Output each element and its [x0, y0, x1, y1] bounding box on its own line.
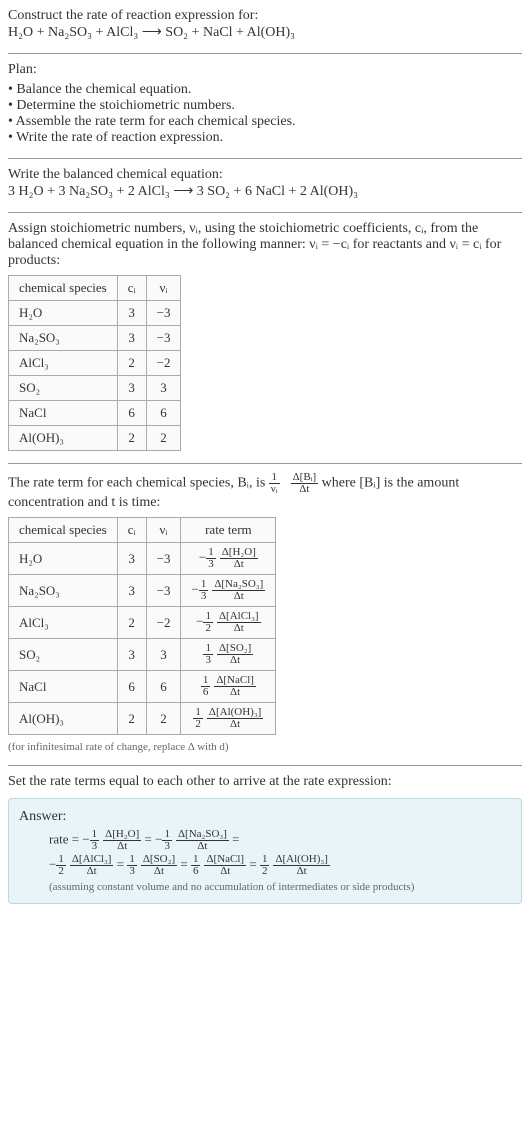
cell-species: NaCl: [9, 671, 118, 703]
cell-species: SO₂: [9, 639, 118, 671]
table-row: SO₂3313Δ[SO₂]Δt: [9, 639, 276, 671]
cell-rate: −13Δ[Na₂SO₃]Δt: [181, 575, 276, 607]
rate-frac-1: 1 νᵢ: [269, 472, 280, 495]
divider: [8, 53, 522, 54]
rate-intro: The rate term for each chemical species,…: [8, 472, 522, 511]
cell-species: Na₂SO₃: [9, 326, 118, 351]
stoich-intro: Assign stoichiometric numbers, νᵢ, using…: [8, 221, 522, 269]
cell-species: Al(OH)₃: [9, 703, 118, 735]
balanced-block: Write the balanced chemical equation: 3 …: [8, 167, 522, 200]
cell-vi: 2: [146, 703, 181, 735]
col-rate: rate term: [181, 518, 276, 543]
cell-vi: 3: [146, 376, 181, 401]
answer-expression: rate = −13Δ[H₂O]Δt = −13Δ[Na₂SO₃]Δt =−12…: [49, 829, 511, 877]
cell-vi: −3: [146, 326, 181, 351]
plan-item: Determine the stoichiometric numbers.: [8, 98, 522, 114]
answer-box: Answer: rate = −13Δ[H₂O]Δt = −13Δ[Na₂SO₃…: [8, 798, 522, 904]
table-row: H₂O3−3−13Δ[H₂O]Δt: [9, 543, 276, 575]
cell-species: AlCl₃: [9, 351, 118, 376]
answer-note: (assuming constant volume and no accumul…: [49, 881, 511, 893]
cell-vi: −2: [146, 607, 181, 639]
col-ci: cᵢ: [117, 518, 146, 543]
cell-rate: 13Δ[SO₂]Δt: [181, 639, 276, 671]
balanced-equation: 3 H₂O + 3 Na₂SO₃ + 2 AlCl₃ ⟶ 3 SO₂ + 6 N…: [8, 183, 522, 200]
cell-species: AlCl₃: [9, 607, 118, 639]
table-row: H₂O3−3: [9, 301, 181, 326]
table-row: Al(OH)₃2212Δ[Al(OH)₃]Δt: [9, 703, 276, 735]
cell-ci: 3: [117, 301, 146, 326]
table-row: NaCl6616Δ[NaCl]Δt: [9, 671, 276, 703]
cell-ci: 3: [117, 543, 146, 575]
rate-frac-2: Δ[Bᵢ] Δt: [291, 472, 319, 495]
cell-species: H₂O: [9, 543, 118, 575]
cell-ci: 3: [117, 639, 146, 671]
cell-rate: −13Δ[H₂O]Δt: [181, 543, 276, 575]
divider: [8, 212, 522, 213]
table-row: SO₂33: [9, 376, 181, 401]
rate-intro-text1: The rate term for each chemical species,…: [8, 476, 269, 491]
col-vi: νᵢ: [146, 518, 181, 543]
cell-ci: 6: [117, 671, 146, 703]
cell-vi: 2: [146, 426, 181, 451]
col-species: chemical species: [9, 518, 118, 543]
cell-vi: −3: [146, 543, 181, 575]
table-row: Na₂SO₃3−3−13Δ[Na₂SO₃]Δt: [9, 575, 276, 607]
page-title: Construct the rate of reaction expressio…: [8, 8, 522, 24]
cell-ci: 2: [117, 351, 146, 376]
infinitesimal-note: (for infinitesimal rate of change, repla…: [8, 741, 522, 753]
cell-species: NaCl: [9, 401, 118, 426]
cell-species: Al(OH)₃: [9, 426, 118, 451]
cell-species: SO₂: [9, 376, 118, 401]
answer-title: Answer:: [19, 809, 511, 825]
divider: [8, 158, 522, 159]
table-header-row: chemical species cᵢ νᵢ: [9, 276, 181, 301]
cell-rate: −12Δ[AlCl₃]Δt: [181, 607, 276, 639]
divider: [8, 463, 522, 464]
cell-species: Na₂SO₃: [9, 575, 118, 607]
col-vi: νᵢ: [146, 276, 181, 301]
cell-ci: 3: [117, 376, 146, 401]
col-ci: cᵢ: [117, 276, 146, 301]
cell-rate: 12Δ[Al(OH)₃]Δt: [181, 703, 276, 735]
stoich-table: chemical species cᵢ νᵢ H₂O3−3 Na₂SO₃3−3 …: [8, 275, 181, 451]
table-row: NaCl66: [9, 401, 181, 426]
balanced-title: Write the balanced chemical equation:: [8, 167, 522, 183]
plan-list: Balance the chemical equation. Determine…: [8, 82, 522, 146]
cell-ci: 2: [117, 607, 146, 639]
plan-item: Assemble the rate term for each chemical…: [8, 114, 522, 130]
cell-ci: 3: [117, 575, 146, 607]
table-row: Na₂SO₃3−3: [9, 326, 181, 351]
table-row: AlCl₃2−2−12Δ[AlCl₃]Δt: [9, 607, 276, 639]
cell-ci: 2: [117, 703, 146, 735]
rate-line-2: −12Δ[AlCl₃]Δt = 13Δ[SO₂]Δt = 16Δ[NaCl]Δt…: [49, 854, 511, 877]
rate-table: chemical species cᵢ νᵢ rate term H₂O3−3−…: [8, 517, 276, 735]
table-header-row: chemical species cᵢ νᵢ rate term: [9, 518, 276, 543]
stoich-block: Assign stoichiometric numbers, νᵢ, using…: [8, 221, 522, 451]
cell-vi: −2: [146, 351, 181, 376]
plan-item: Write the rate of reaction expression.: [8, 130, 522, 146]
cell-ci: 3: [117, 326, 146, 351]
cell-vi: 3: [146, 639, 181, 671]
unbalanced-equation: H₂O + Na₂SO₃ + AlCl₃ ⟶ SO₂ + NaCl + Al(O…: [8, 24, 522, 41]
cell-vi: 6: [146, 671, 181, 703]
table-row: Al(OH)₃22: [9, 426, 181, 451]
cell-rate: 16Δ[NaCl]Δt: [181, 671, 276, 703]
cell-vi: 6: [146, 401, 181, 426]
final-block: Set the rate terms equal to each other t…: [8, 774, 522, 904]
cell-species: H₂O: [9, 301, 118, 326]
divider: [8, 765, 522, 766]
plan-block: Plan: Balance the chemical equation. Det…: [8, 62, 522, 146]
plan-title: Plan:: [8, 62, 522, 78]
cell-vi: −3: [146, 575, 181, 607]
table-row: AlCl₃2−2: [9, 351, 181, 376]
cell-vi: −3: [146, 301, 181, 326]
final-intro: Set the rate terms equal to each other t…: [8, 774, 522, 790]
cell-ci: 2: [117, 426, 146, 451]
header-block: Construct the rate of reaction expressio…: [8, 8, 522, 41]
cell-ci: 6: [117, 401, 146, 426]
rate-term-block: The rate term for each chemical species,…: [8, 472, 522, 753]
rate-line-1: rate = −13Δ[H₂O]Δt = −13Δ[Na₂SO₃]Δt =: [49, 829, 511, 852]
plan-item: Balance the chemical equation.: [8, 82, 522, 98]
col-species: chemical species: [9, 276, 118, 301]
